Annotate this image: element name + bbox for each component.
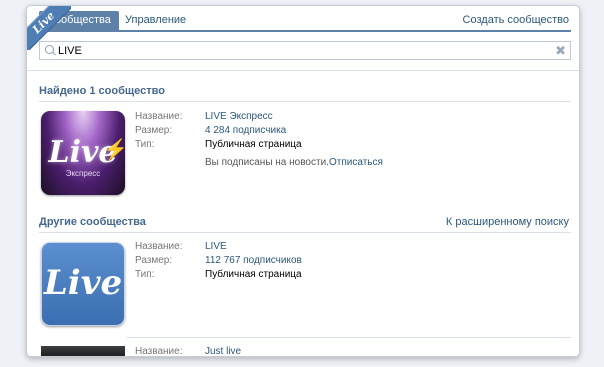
community-name[interactable]: LIVE Экспресс — [205, 111, 273, 122]
lightning-icon: ⚡ — [103, 137, 125, 162]
unsubscribe-link[interactable]: Отписаться — [329, 157, 383, 168]
community-type: Публичная страница — [205, 139, 302, 150]
size-label: Размер: — [135, 255, 173, 266]
tab-manage[interactable]: Управление — [117, 11, 194, 30]
others-title: Другие сообщества — [39, 216, 146, 228]
community-name[interactable]: LIVE — [205, 241, 227, 252]
tab-underline — [39, 30, 571, 32]
logo-subtitle: Экспресс — [65, 169, 101, 178]
type-label: Тип: — [135, 139, 155, 150]
corner-badge: Live — [27, 6, 71, 50]
section-line — [39, 232, 571, 233]
name-label: Название: — [135, 111, 183, 122]
search-input[interactable] — [58, 42, 538, 59]
name-label: Название: — [135, 346, 183, 357]
found-title: Найдено 1 сообщество — [39, 85, 165, 97]
community-name[interactable]: Just live — [205, 346, 241, 356]
divider — [27, 70, 579, 71]
row-divider — [127, 337, 571, 338]
clear-search-icon[interactable]: ✖ — [555, 43, 566, 58]
community-size[interactable]: 4 284 подписчика — [205, 125, 286, 136]
corner-badge-text: Live — [27, 6, 71, 50]
type-label: Тип: — [135, 269, 155, 280]
community-size[interactable]: 112 767 подписчиков — [205, 255, 302, 266]
subscribed-note: Вы подписаны на новости. — [205, 157, 329, 168]
community-avatar[interactable]: Live ⚡ Экспресс — [41, 111, 125, 195]
search-box[interactable]: ✖ — [39, 41, 571, 60]
name-label: Название: — [135, 241, 183, 252]
tab-bar: Сообщества Управление Создать сообщество — [27, 6, 579, 30]
community-avatar[interactable] — [41, 346, 125, 356]
advanced-search-link[interactable]: К расширенному поиску — [446, 216, 569, 228]
community-type: Публичная страница — [205, 269, 302, 280]
community-avatar[interactable]: Live — [41, 242, 125, 326]
create-community-link[interactable]: Создать сообщество — [463, 11, 569, 30]
section-line — [39, 101, 571, 102]
logo-text: Live — [43, 263, 123, 303]
size-label: Размер: — [135, 125, 173, 136]
communities-window: Сообщества Управление Создать сообщество… — [26, 5, 580, 357]
